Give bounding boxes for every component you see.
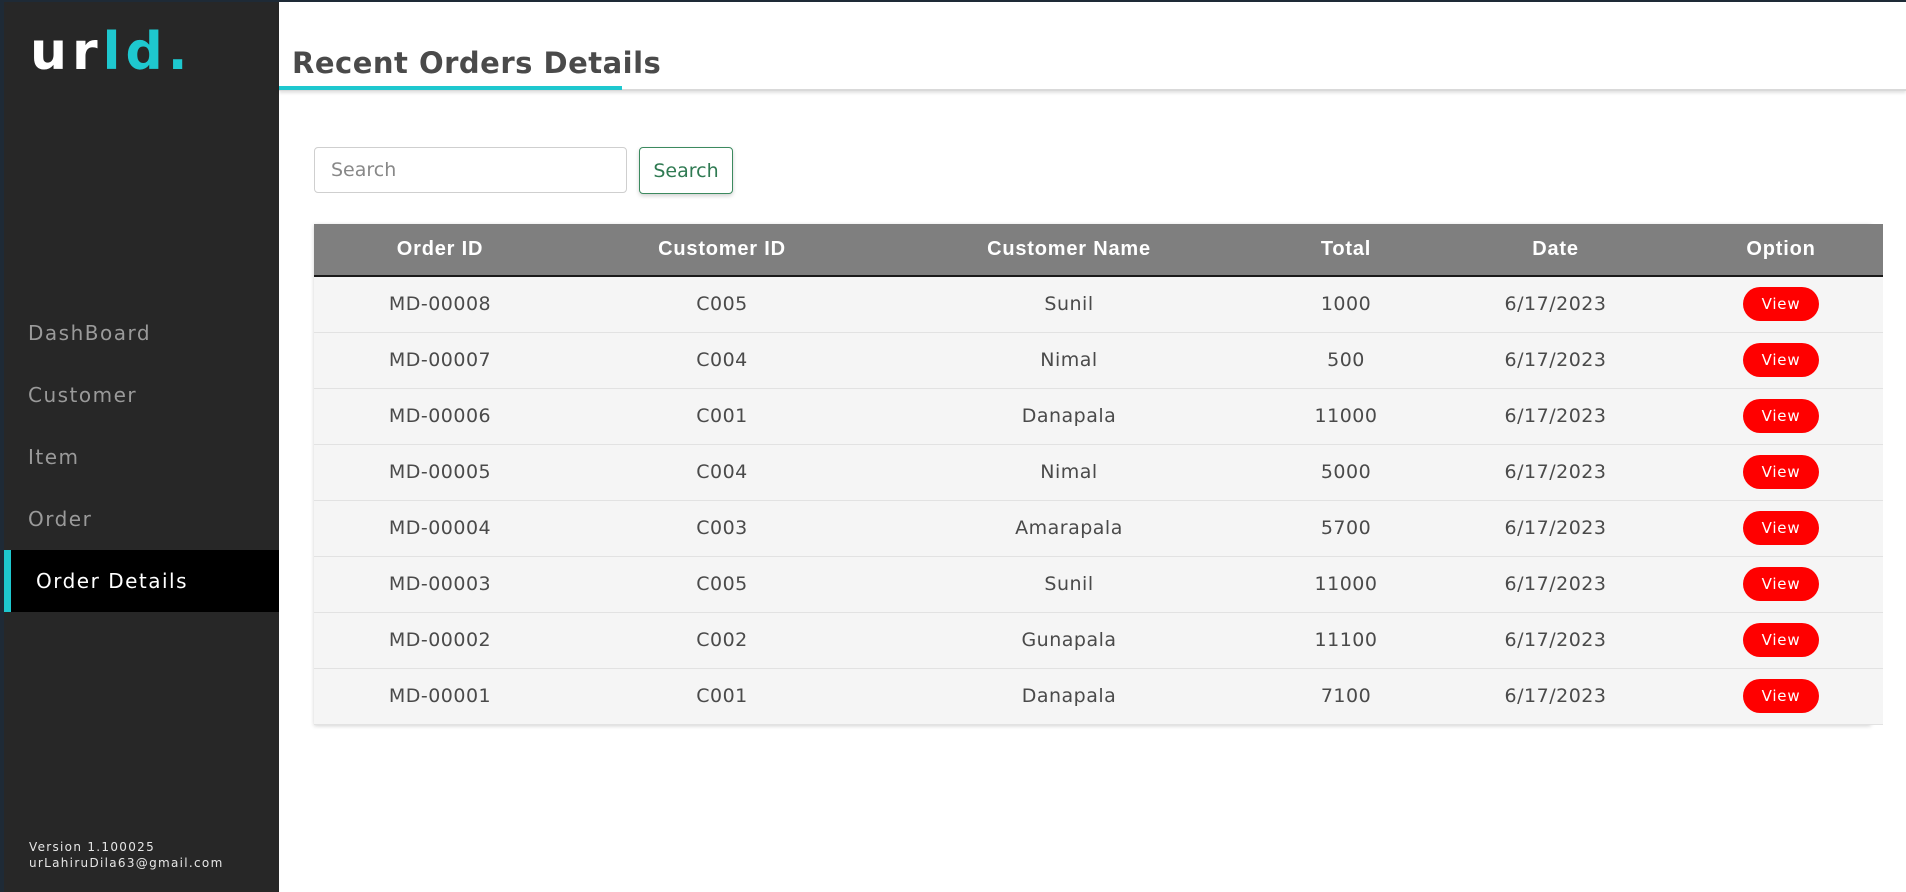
view-button[interactable]: View xyxy=(1743,399,1819,433)
option-cell: View xyxy=(1679,612,1883,668)
orders-table: Order ID Customer ID Customer Name Total Dat… xyxy=(314,224,1883,725)
view-button[interactable]: View xyxy=(1743,343,1819,377)
date-cell: 6/17/2023 xyxy=(1504,517,1607,539)
app-logo[interactable]: urld. xyxy=(30,26,192,78)
title-underline xyxy=(279,86,622,90)
column-header-order-id: Order ID xyxy=(396,238,484,260)
customer-id-cell: C002 xyxy=(696,629,748,651)
total-cell: 7100 xyxy=(1320,685,1372,707)
version-text: Version 1.100025 xyxy=(29,840,155,854)
table-header-row: Order ID Customer ID Customer Name Total Dat… xyxy=(314,224,1883,276)
sidebar-item-item[interactable]: Item xyxy=(4,426,279,488)
table-row: MD-00006 C001 Danapala 11000 6/17/2023 View xyxy=(314,388,1883,444)
date-cell: 6/17/2023 xyxy=(1504,685,1607,707)
table-row: MD-00004 C003 Amarapala 5700 6/17/2023 View xyxy=(314,500,1883,556)
column-header-option: Option xyxy=(1746,238,1816,260)
total-cell: 5700 xyxy=(1320,517,1372,539)
customer-name-cell: Amarapala xyxy=(1015,517,1123,539)
option-cell: View xyxy=(1679,444,1883,500)
table-body: MD-00008 C005 Sunil 1000 6/17/2023 View MD-000… xyxy=(314,276,1883,724)
sidebar-item-customer[interactable]: Customer xyxy=(4,364,279,426)
order-id-cell: MD-00004 xyxy=(388,517,492,539)
table-row: MD-00003 C005 Sunil 11000 6/17/2023 View xyxy=(314,556,1883,612)
customer-name-cell: Danapala xyxy=(1021,685,1117,707)
sidebar-item-order-details[interactable]: Order Details xyxy=(4,550,279,612)
sidebar-item-dashboard[interactable]: DashBoard xyxy=(4,302,279,364)
column-header-total: Total xyxy=(1320,238,1372,260)
sidebar: urld. DashBoard Customer Item Order Order De… xyxy=(0,0,279,892)
date-cell: 6/17/2023 xyxy=(1504,573,1607,595)
table-row: MD-00007 C004 Nimal 500 6/17/2023 View xyxy=(314,332,1883,388)
total-cell: 11000 xyxy=(1314,573,1378,595)
page-header: Recent Orders Details xyxy=(279,2,1906,91)
option-cell: View xyxy=(1679,500,1883,556)
orders-table-container: Order ID Customer ID Customer Name Total Dat… xyxy=(314,224,1883,725)
option-cell: View xyxy=(1679,332,1883,388)
total-cell: 1000 xyxy=(1320,293,1372,316)
table-row: MD-00005 C004 Nimal 5000 6/17/2023 View xyxy=(314,444,1883,500)
customer-id-cell: C003 xyxy=(696,517,748,539)
order-id-cell: MD-00001 xyxy=(388,685,492,707)
customer-name-cell: Nimal xyxy=(1040,349,1098,371)
customer-name-cell: Nimal xyxy=(1040,461,1098,483)
page-title: Recent Orders Details xyxy=(292,46,662,80)
option-cell: View xyxy=(1679,388,1883,444)
order-id-cell: MD-00006 xyxy=(388,405,492,427)
total-cell: 11000 xyxy=(1314,405,1378,427)
sidebar-nav: DashBoard Customer Item Order Order Details xyxy=(4,302,279,612)
customer-id-cell: C004 xyxy=(696,349,748,371)
date-cell: 6/17/2023 xyxy=(1504,629,1607,651)
view-button[interactable]: View xyxy=(1743,679,1819,713)
date-cell: 6/17/2023 xyxy=(1504,293,1607,316)
total-cell: 5000 xyxy=(1320,461,1372,483)
customer-name-cell: Danapala xyxy=(1021,405,1117,427)
customer-id-cell: C001 xyxy=(696,405,748,427)
column-header-customer-id: Customer ID xyxy=(658,238,786,260)
column-header-date: Date xyxy=(1532,238,1579,260)
table-header: Order ID Customer ID Customer Name Total Dat… xyxy=(314,224,1883,276)
sidebar-footer: Version 1.100025 urLahiruDila63@gmail.co… xyxy=(29,839,224,871)
search-input[interactable] xyxy=(314,147,627,193)
customer-name-cell: Gunapala xyxy=(1021,629,1117,651)
customer-name-cell: Sunil xyxy=(1044,573,1094,595)
customer-id-cell: C004 xyxy=(696,461,748,483)
customer-id-cell: C001 xyxy=(696,685,748,707)
option-cell: View xyxy=(1679,556,1883,612)
contact-email: urLahiruDila63@gmail.com xyxy=(29,856,224,870)
sidebar-item-order[interactable]: Order xyxy=(4,488,279,550)
table-row: MD-00002 C002 Gunapala 11100 6/17/2023 View xyxy=(314,612,1883,668)
view-button[interactable]: View xyxy=(1743,287,1819,322)
option-cell: View xyxy=(1679,668,1883,724)
customer-id-cell: C005 xyxy=(696,573,748,595)
view-button[interactable]: View xyxy=(1743,623,1819,657)
customer-id-cell: C005 xyxy=(696,293,748,316)
customer-name-cell: Sunil xyxy=(1044,293,1094,316)
search-button[interactable]: Search xyxy=(639,147,733,194)
column-header-customer-name: Customer Name xyxy=(987,238,1151,260)
table-row: MD-00001 C001 Danapala 7100 6/17/2023 View xyxy=(314,668,1883,724)
total-cell: 500 xyxy=(1327,349,1365,371)
table-row: MD-00008 C005 Sunil 1000 6/17/2023 View xyxy=(314,276,1883,332)
date-cell: 6/17/2023 xyxy=(1504,461,1607,483)
total-cell: 11100 xyxy=(1314,629,1378,651)
view-button[interactable]: View xyxy=(1743,511,1819,545)
order-id-cell: MD-00007 xyxy=(388,349,492,371)
order-id-cell: MD-00008 xyxy=(388,293,492,316)
order-id-cell: MD-00003 xyxy=(388,573,492,595)
view-button[interactable]: View xyxy=(1743,455,1819,489)
date-cell: 6/17/2023 xyxy=(1504,405,1607,427)
date-cell: 6/17/2023 xyxy=(1504,349,1607,371)
logo-text-accent: ld. xyxy=(102,22,193,82)
view-button[interactable]: View xyxy=(1743,567,1819,601)
order-id-cell: MD-00005 xyxy=(388,461,492,483)
logo-text-primary: ur xyxy=(30,22,103,82)
option-cell: View xyxy=(1679,276,1883,332)
order-id-cell: MD-00002 xyxy=(388,629,492,651)
